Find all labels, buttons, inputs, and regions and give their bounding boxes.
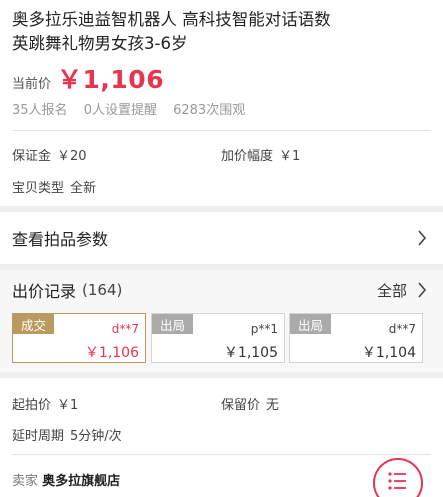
- view-params-row[interactable]: 查看拍品参数: [0, 212, 443, 264]
- bid-status-badge: 出局: [290, 314, 331, 334]
- reserve-price-value: 无: [266, 398, 280, 413]
- reminder-count: 0人设置提醒: [83, 103, 157, 118]
- seller-info[interactable]: 卖家 奥多拉旗舰店: [12, 470, 120, 489]
- divider: [12, 454, 431, 455]
- section-gap: [0, 372, 443, 378]
- bid-count: (164): [82, 281, 123, 299]
- bid-card: 成交 d**7 ￥1,106: [12, 313, 146, 363]
- divider: [12, 130, 431, 131]
- bid-card: 出局 d**7 ￥1,104: [289, 313, 423, 363]
- reserve-price-info: 保留价无: [221, 394, 279, 413]
- seller-name[interactable]: 奥多拉旗舰店: [42, 474, 120, 489]
- start-price-label: 起拍价: [12, 398, 52, 413]
- bidder-name: d**7: [111, 322, 139, 336]
- signup-count: 35人报名: [12, 103, 68, 118]
- price-label: 当前价: [12, 77, 52, 92]
- condition-value: 全新: [70, 181, 97, 196]
- view-params-label: 查看拍品参数: [12, 230, 109, 249]
- bid-status-badge: 成交: [13, 314, 54, 334]
- bid-amount: ￥1,105: [223, 345, 278, 361]
- extension-value: 5分钟/次: [70, 429, 122, 444]
- deposit-label: 保证金: [12, 149, 52, 164]
- auction-stats: 35人报名 0人设置提醒 6283次围观: [12, 99, 257, 118]
- chevron-right-icon: [417, 228, 429, 248]
- bid-status-badge: 出局: [152, 314, 193, 334]
- current-price-row: 当前价 ￥1,106: [12, 60, 164, 96]
- all-bids-link[interactable]: 全部: [377, 280, 407, 301]
- bid-amount: ￥1,106: [84, 345, 139, 361]
- seller-label: 卖家: [12, 474, 39, 489]
- extension-info: 延时周期 5分钟/次: [12, 425, 122, 444]
- reserve-price-label: 保留价: [221, 398, 261, 413]
- start-price-info: 起拍价 ￥1: [12, 394, 78, 413]
- condition-label: 宝贝类型: [12, 181, 65, 196]
- start-price-value: ￥1: [57, 398, 79, 413]
- menu-list-icon: [388, 472, 406, 490]
- condition-info: 宝贝类型 全新: [12, 177, 96, 196]
- chevron-right-icon: [417, 280, 429, 300]
- bid-records-label: 出价记录: [12, 282, 77, 301]
- bidder-name: p**1: [250, 322, 278, 336]
- increment-info: 加价幅度 ￥1: [221, 145, 300, 164]
- current-price: ￥1,106: [57, 65, 165, 94]
- deposit-value: ￥20: [57, 149, 87, 164]
- bidder-name: d**7: [388, 322, 416, 336]
- deposit-info: 保证金 ￥20: [12, 145, 87, 164]
- bid-records-header[interactable]: 出价记录 (164) 全部: [0, 270, 443, 310]
- menu-button[interactable]: [373, 458, 423, 497]
- bid-amount: ￥1,104: [361, 345, 416, 361]
- increment-value: ￥1: [279, 149, 301, 164]
- increment-label: 加价幅度: [221, 149, 274, 164]
- view-count: 6283次围观: [173, 103, 246, 118]
- product-title: 奥多拉乐迪益智机器人 高科技智能对话语数英跳舞礼物男女孩3-6岁: [12, 10, 331, 53]
- bid-card: 出局 p**1 ￥1,105: [151, 313, 285, 363]
- extension-label: 延时周期: [12, 429, 65, 444]
